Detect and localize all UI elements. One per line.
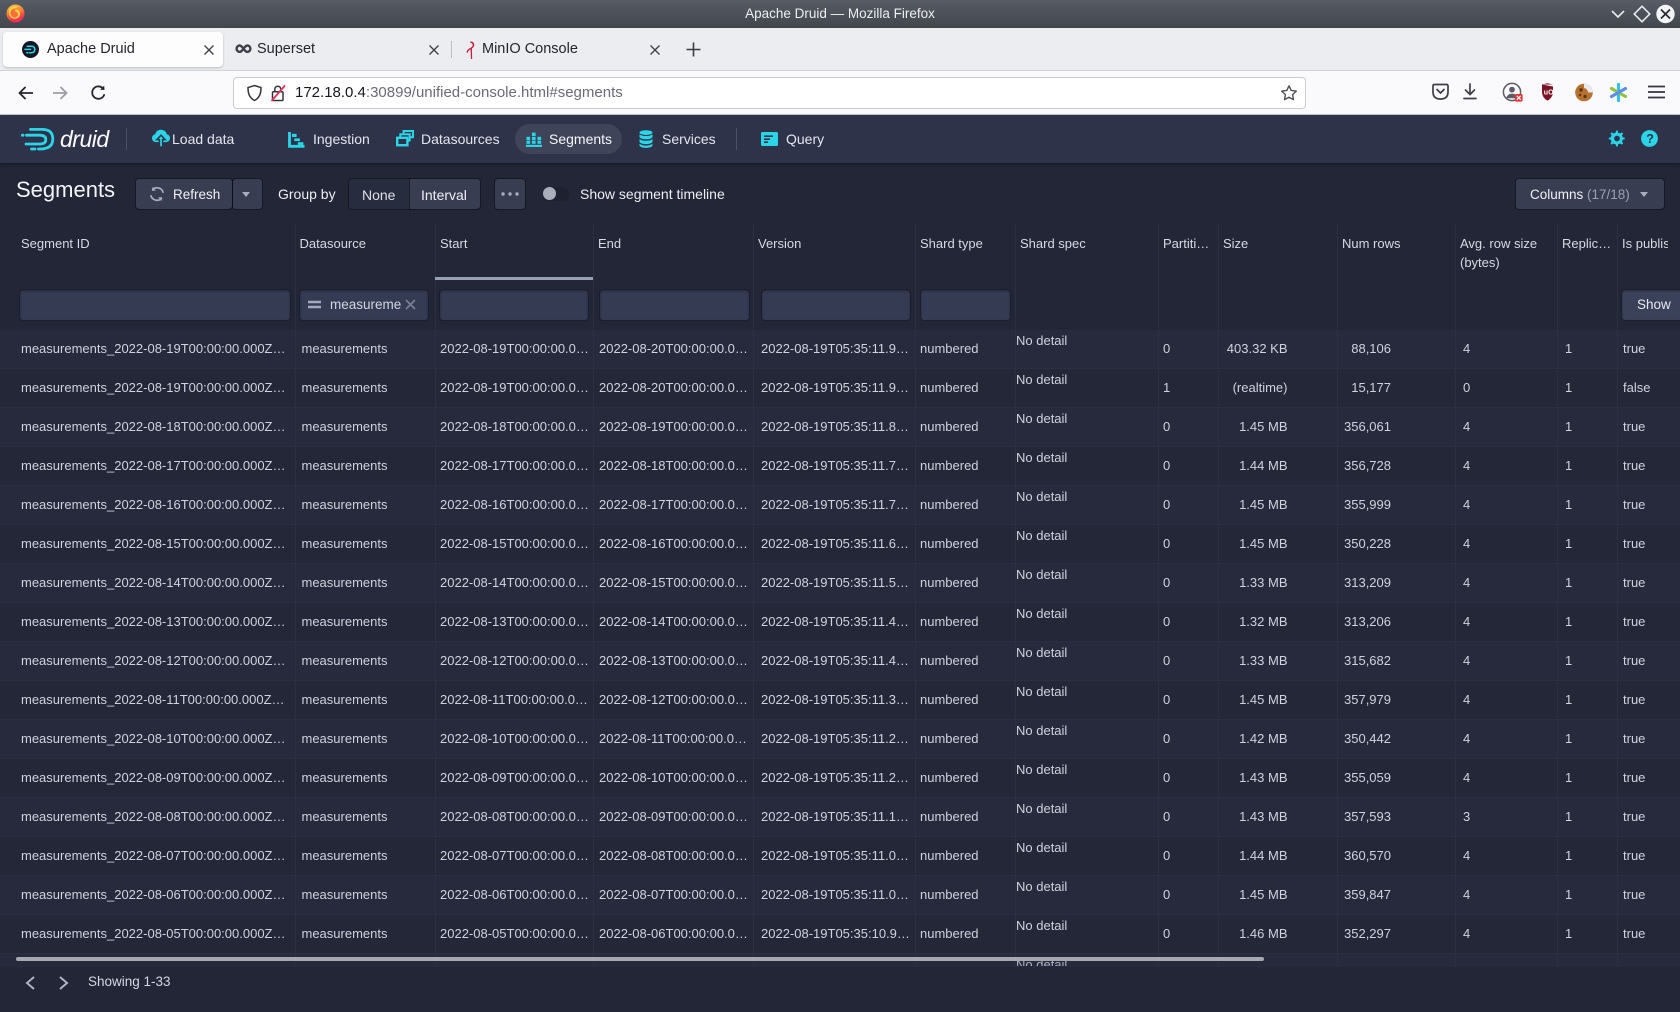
svg-text:?: ? [1646,132,1654,146]
svg-text:uO: uO [1544,90,1554,97]
